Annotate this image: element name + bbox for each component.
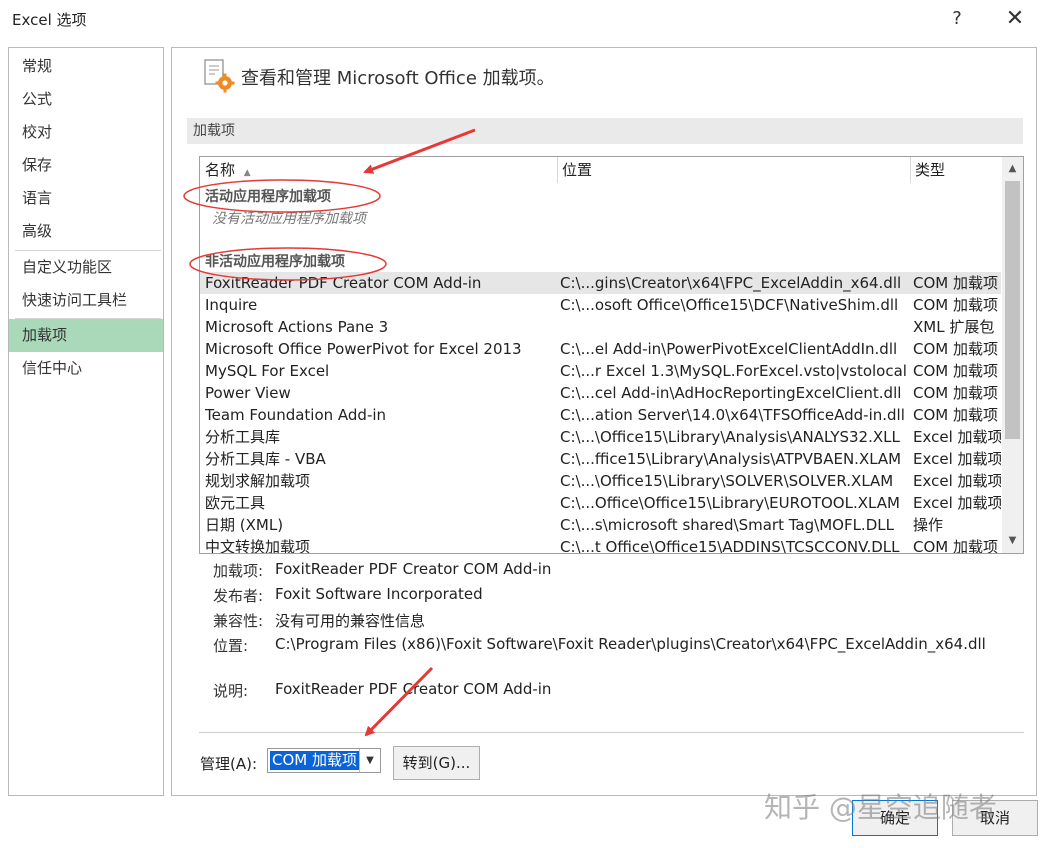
addin-name: FoxitReader PDF Creator COM Add-in [205, 274, 482, 292]
addin-type: COM 加载项 [913, 340, 998, 358]
table-row[interactable]: 中文转换加载项 C:\...t Office\Office15\ADDINS\T… [200, 536, 1001, 554]
table-row[interactable]: Team Foundation Add-in C:\...ation Serve… [200, 404, 1001, 426]
column-header-name[interactable]: 名称 ▲ [200, 157, 557, 183]
addin-location: C:\...ffice15\Library\Analysis\ATPVBAEN.… [560, 450, 902, 468]
column-header-type[interactable]: 类型 [910, 157, 1000, 183]
sidebar-nav: 常规 公式 校对 保存 语言 高级 自定义功能区 快速访问工具栏 加载项 信任中… [8, 47, 164, 796]
addin-name: 分析工具库 [205, 428, 281, 446]
table-row[interactable]: 分析工具库 C:\...\Office15\Library\Analysis\A… [200, 426, 1001, 448]
addin-name: Team Foundation Add-in [205, 406, 387, 424]
table-row[interactable]: FoxitReader PDF Creator COM Add-in C:\..… [200, 272, 1001, 294]
section-title: 加载项 [187, 118, 1023, 144]
table-row[interactable]: MySQL For Excel C:\...r Excel 1.3\MySQL.… [200, 360, 1001, 382]
addin-name: 分析工具库 - VBA [205, 450, 326, 468]
addin-name: Power View [205, 384, 291, 402]
group-header-active: 活动应用程序加载项 [205, 189, 331, 205]
addin-location: C:\...t Office\Office15\ADDINS\TCSCCONV.… [560, 538, 900, 554]
addin-name: MySQL For Excel [205, 362, 330, 380]
chevron-down-icon[interactable]: ▼ [359, 749, 380, 772]
addin-name: 欧元工具 [205, 494, 266, 512]
addin-type: 操作 [913, 516, 944, 534]
scrollbar-thumb[interactable] [1005, 181, 1020, 439]
detail-desc-value: FoxitReader PDF Creator COM Add-in [275, 680, 552, 698]
addin-location: C:\...\Office15\Library\Analysis\ANALYS3… [560, 428, 900, 446]
list-scrollbar[interactable]: ▲ ▼ [1002, 157, 1023, 553]
title-bar: Excel 选项 ? ✕ [0, 0, 1046, 38]
goto-button[interactable]: 转到(G)... [393, 746, 480, 780]
close-button[interactable]: ✕ [1000, 6, 1030, 32]
sidebar-item-proofing[interactable]: 校对 [9, 116, 163, 149]
sidebar-item-advanced[interactable]: 高级 [9, 215, 163, 248]
addins-list[interactable]: 名称 ▲ 位置 类型 活动应用程序加载项 没有活动应用程序加载项 非活动应用程序… [199, 156, 1024, 554]
addin-location: C:\...gins\Creator\x64\FPC_ExcelAddin_x6… [560, 274, 902, 292]
table-row[interactable]: Inquire C:\...osoft Office\Office15\DCF\… [200, 294, 1001, 316]
addin-type: COM 加载项 [913, 538, 998, 554]
sidebar-item-save[interactable]: 保存 [9, 149, 163, 182]
addin-type: Excel 加载项 [913, 472, 1001, 490]
sidebar-item-trust-center[interactable]: 信任中心 [9, 352, 163, 385]
addin-location: C:\...ation Server\14.0\x64\TFSOfficeAdd… [560, 406, 905, 424]
addin-type: COM 加载项 [913, 274, 998, 292]
detail-addin-value: FoxitReader PDF Creator COM Add-in [275, 560, 552, 578]
addin-location: C:\...s\microsoft shared\Smart Tag\MOFL.… [560, 516, 894, 534]
addin-name: Microsoft Office PowerPivot for Excel 20… [205, 340, 522, 358]
addin-type: COM 加载项 [913, 362, 998, 380]
manage-dropdown-value: COM 加载项 [270, 751, 359, 770]
divider [199, 732, 1024, 733]
detail-desc-label: 说明: [213, 682, 249, 700]
scroll-up-icon[interactable]: ▲ [1002, 159, 1023, 179]
addin-type: Excel 加载项 [913, 428, 1001, 446]
addin-location: C:\...osoft Office\Office15\DCF\NativeSh… [560, 296, 899, 314]
manage-dropdown[interactable]: COM 加载项 ▼ [267, 748, 381, 773]
addin-type: Excel 加载项 [913, 494, 1001, 512]
detail-location-label: 位置: [213, 637, 249, 655]
column-header-location[interactable]: 位置 [557, 157, 909, 183]
addin-name: 中文转换加载项 [205, 538, 311, 554]
detail-compat-value: 没有可用的兼容性信息 [275, 612, 426, 630]
sidebar-item-general[interactable]: 常规 [9, 50, 163, 83]
table-row[interactable]: 分析工具库 - VBA C:\...ffice15\Library\Analys… [200, 448, 1001, 470]
help-button[interactable]: ? [942, 6, 972, 32]
detail-addin-label: 加载项: [213, 562, 264, 580]
group-empty-note: 没有活动应用程序加载项 [212, 211, 366, 227]
addin-location: C:\...\Office15\Library\SOLVER\SOLVER.XL… [560, 472, 894, 490]
main-panel: 查看和管理 Microsoft Office 加载项。 加载项 名称 ▲ 位置 … [171, 47, 1037, 796]
addin-type: Excel 加载项 [913, 450, 1001, 468]
addins-settings-icon [204, 59, 235, 93]
table-row[interactable]: Power View C:\...cel Add-in\AdHocReporti… [200, 382, 1001, 404]
manage-label: 管理(A): [200, 755, 258, 773]
table-row[interactable]: 日期 (XML) C:\...s\microsoft shared\Smart … [200, 514, 1001, 536]
addin-type: COM 加载项 [913, 384, 998, 402]
table-row[interactable]: 规划求解加载项 C:\...\Office15\Library\SOLVER\S… [200, 470, 1001, 492]
addin-location: C:\...r Excel 1.3\MySQL.ForExcel.vsto|vs… [560, 362, 907, 380]
addin-type: XML 扩展包 [913, 318, 995, 336]
table-row[interactable]: Microsoft Office PowerPivot for Excel 20… [200, 338, 1001, 360]
sidebar-item-addins[interactable]: 加载项 [9, 319, 163, 352]
detail-compat-label: 兼容性: [213, 612, 264, 630]
detail-publisher-label: 发布者: [213, 587, 264, 605]
addin-name: Microsoft Actions Pane 3 [205, 318, 389, 336]
addin-type: COM 加载项 [913, 406, 998, 424]
addin-type: COM 加载项 [913, 296, 998, 314]
addin-name: 规划求解加载项 [205, 472, 311, 490]
group-header-inactive: 非活动应用程序加载项 [205, 254, 345, 270]
addin-name: 日期 (XML) [205, 516, 284, 534]
watermark: 知乎 @星空追随者 [764, 791, 997, 824]
addin-name: Inquire [205, 296, 258, 314]
sort-asc-icon: ▲ [243, 168, 251, 178]
sidebar-item-language[interactable]: 语言 [9, 182, 163, 215]
sidebar-item-formulas[interactable]: 公式 [9, 83, 163, 116]
window-title: Excel 选项 [12, 11, 87, 29]
page-header: 查看和管理 Microsoft Office 加载项。 [241, 68, 555, 89]
addin-location: C:\...cel Add-in\AdHocReportingExcelClie… [560, 384, 902, 402]
sidebar-item-quick-access-toolbar[interactable]: 快速访问工具栏 [9, 284, 163, 317]
addin-location: C:\...el Add-in\PowerPivotExcelClientAdd… [560, 340, 898, 358]
scroll-down-icon[interactable]: ▼ [1002, 531, 1023, 551]
table-row[interactable]: Microsoft Actions Pane 3 XML 扩展包 [200, 316, 1001, 338]
detail-publisher-value: Foxit Software Incorporated [275, 585, 483, 603]
detail-location-value: C:\Program Files (x86)\Foxit Software\Fo… [275, 635, 986, 653]
addin-location: C:\...Office\Office15\Library\EUROTOOL.X… [560, 494, 900, 512]
sidebar-item-customize-ribbon[interactable]: 自定义功能区 [9, 251, 163, 284]
table-row[interactable]: 欧元工具 C:\...Office\Office15\Library\EUROT… [200, 492, 1001, 514]
